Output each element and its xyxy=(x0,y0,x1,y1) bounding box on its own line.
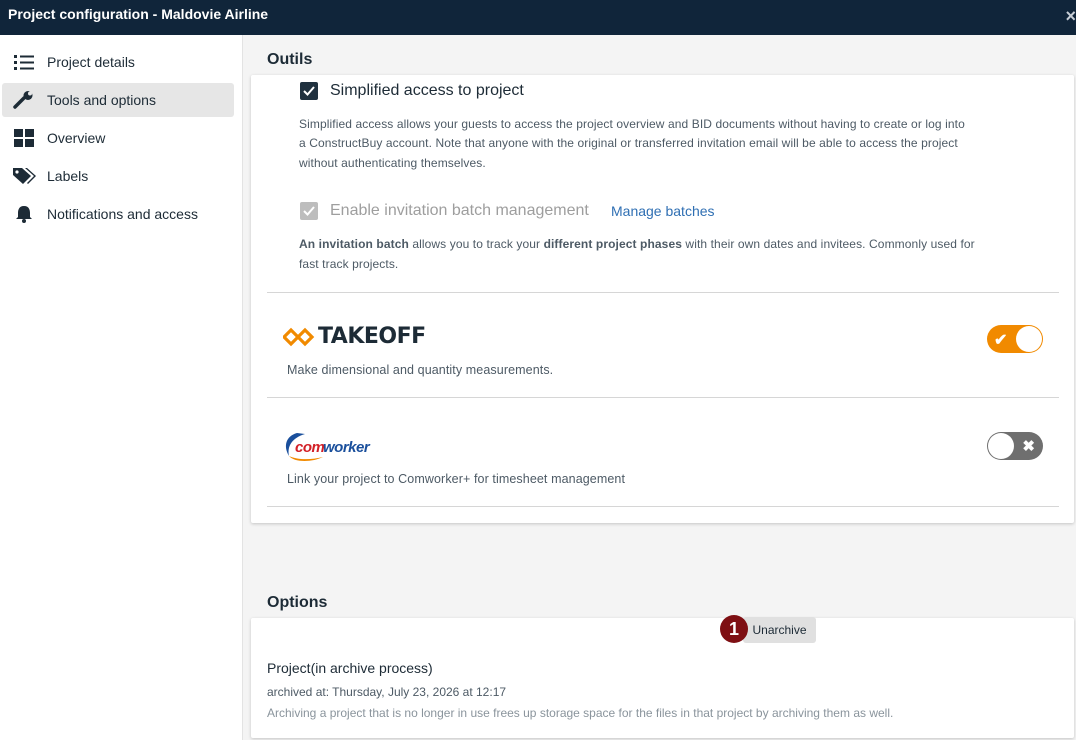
manage-batches-link[interactable]: Manage batches xyxy=(611,203,715,219)
archive-note: Archiving a project that is no longer in… xyxy=(267,706,894,720)
section-title-options: Options xyxy=(267,594,328,611)
divider xyxy=(267,397,1059,398)
takeoff-logo-mark xyxy=(283,327,315,346)
sidebar-item-tools-and-options[interactable]: Tools and options xyxy=(2,83,234,117)
list-icon xyxy=(13,53,35,71)
sidebar-item-label: Notifications and access xyxy=(47,206,198,222)
sidebar-item-label: Tools and options xyxy=(47,92,156,108)
toggle-knob xyxy=(1016,326,1042,352)
simplified-access-checkbox[interactable] xyxy=(300,82,318,100)
comworker-toggle[interactable]: ✖ xyxy=(987,432,1043,460)
divider xyxy=(267,506,1059,507)
sidebar-item-project-details[interactable]: Project details xyxy=(2,45,234,79)
sidebar-item-label: Project details xyxy=(47,54,135,70)
main-content: Outils Simplified access to project Simp… xyxy=(243,35,1076,740)
sidebar-item-labels[interactable]: Labels xyxy=(2,159,234,193)
close-icon[interactable]: × xyxy=(1065,6,1076,27)
simplified-access-description-line: without authenticating themselves. xyxy=(299,156,486,170)
sidebar: Project details Tools and options Overvi… xyxy=(0,35,243,740)
section-title-outils: Outils xyxy=(267,51,313,68)
wrench-icon xyxy=(13,91,35,109)
project-status: Project(in archive process) xyxy=(267,660,433,676)
simplified-access-description-line: a ConstructBuy account. Note that anyone… xyxy=(299,136,958,150)
window-titlebar: Project configuration - Maldovie Airline… xyxy=(0,0,1076,35)
comworker-description: Link your project to Comworker+ for time… xyxy=(287,472,626,486)
invitation-batch-checkbox xyxy=(300,202,318,220)
desc-text: with their own dates and invitees. Commo… xyxy=(682,237,975,251)
step-badge: 1 xyxy=(720,615,748,643)
takeoff-logo: TAKEOFF xyxy=(283,324,426,349)
simplified-access-label: Simplified access to project xyxy=(330,82,524,99)
comworker-logo-com: com xyxy=(295,439,325,456)
sidebar-item-notifications-and-access[interactable]: Notifications and access xyxy=(2,197,234,231)
options-card: Project(in archive process) archived at:… xyxy=(251,618,1074,738)
sidebar-item-label: Overview xyxy=(47,130,106,146)
invitation-batch-description: An invitation batch allows you to track … xyxy=(299,234,975,254)
simplified-access-description-line: Simplified access allows your guests to … xyxy=(299,117,965,131)
desc-text: allows you to track your xyxy=(408,237,544,251)
unarchive-button[interactable]: Unarchive xyxy=(743,617,816,643)
invitation-batch-label: Enable invitation batch management xyxy=(330,202,589,219)
bell-icon xyxy=(13,205,35,223)
cross-icon: ✖ xyxy=(1022,438,1035,455)
invitation-batch-description-line: fast track projects. xyxy=(299,257,399,271)
archived-at: archived at: Thursday, July 23, 2026 at … xyxy=(267,685,507,699)
grid-icon xyxy=(13,129,35,147)
takeoff-logo-text: TAKEOFF xyxy=(318,324,426,349)
takeoff-toggle[interactable]: ✔ xyxy=(987,325,1043,353)
takeoff-description: Make dimensional and quantity measuremen… xyxy=(287,363,554,377)
comworker-logo-worker: worker xyxy=(323,439,370,456)
comworker-logo: com worker xyxy=(283,430,383,464)
window-title: Project configuration - Maldovie Airline xyxy=(8,6,269,22)
sidebar-item-overview[interactable]: Overview xyxy=(2,121,234,155)
toggle-knob xyxy=(988,433,1014,459)
divider xyxy=(267,292,1059,293)
desc-bold: different project phases xyxy=(543,237,682,251)
desc-bold: An invitation batch xyxy=(299,237,409,251)
check-icon: ✔ xyxy=(994,332,1008,349)
tools-card: Simplified access to project Simplified … xyxy=(251,75,1074,523)
tags-icon xyxy=(13,167,36,185)
sidebar-item-label: Labels xyxy=(47,168,89,184)
